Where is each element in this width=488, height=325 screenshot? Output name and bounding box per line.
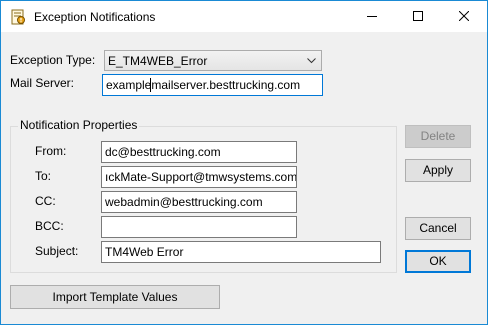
mail-server-label: Mail Server: bbox=[10, 76, 75, 90]
cancel-button[interactable]: Cancel bbox=[405, 217, 471, 240]
subject-label: Subject: bbox=[35, 244, 79, 258]
bcc-input[interactable] bbox=[101, 216, 297, 238]
from-value: dc@besttrucking.com bbox=[105, 145, 221, 159]
minimize-icon bbox=[367, 16, 377, 17]
from-label: From: bbox=[35, 144, 67, 158]
cc-label: CC: bbox=[35, 194, 56, 208]
mail-server-input[interactable]: examplemailserver.besttrucking.com bbox=[102, 74, 323, 96]
to-input[interactable]: ıckMate-Support@tmwsystems.com bbox=[101, 166, 297, 188]
cc-value: webadmin@besttrucking.com bbox=[105, 195, 263, 209]
notification-app-icon bbox=[11, 9, 25, 25]
from-input[interactable]: dc@besttrucking.com bbox=[101, 141, 297, 163]
subject-input[interactable]: TM4Web Error bbox=[101, 241, 381, 263]
window-title: Exception Notifications bbox=[34, 10, 156, 24]
mail-server-value: examplemailserver.besttrucking.com bbox=[106, 78, 301, 92]
close-icon bbox=[459, 11, 469, 21]
chevron-down-icon bbox=[307, 58, 316, 64]
bcc-label: BCC: bbox=[35, 219, 64, 233]
exception-notifications-window: Exception Notifications Exception Type: … bbox=[0, 0, 488, 325]
minimize-button[interactable] bbox=[349, 1, 395, 32]
to-label: To: bbox=[35, 169, 52, 183]
exception-type-value: E_TM4WEB_Error bbox=[108, 54, 208, 68]
maximize-button[interactable] bbox=[395, 1, 441, 32]
text-caret bbox=[150, 78, 151, 92]
import-template-values-button[interactable]: Import Template Values bbox=[10, 285, 220, 309]
exception-type-label: Exception Type: bbox=[10, 53, 96, 67]
close-button[interactable] bbox=[441, 1, 487, 32]
delete-button[interactable]: Delete bbox=[405, 125, 471, 148]
exception-type-select[interactable]: E_TM4WEB_Error bbox=[104, 50, 322, 71]
ok-button[interactable]: OK bbox=[405, 250, 471, 273]
cc-input[interactable]: webadmin@besttrucking.com bbox=[101, 191, 297, 213]
title-bar[interactable]: Exception Notifications bbox=[1, 1, 487, 32]
apply-button[interactable]: Apply bbox=[405, 159, 471, 182]
to-value: ıckMate-Support@tmwsystems.com bbox=[105, 170, 297, 184]
maximize-icon bbox=[413, 11, 423, 21]
notification-properties-title: Notification Properties bbox=[18, 118, 140, 132]
subject-value: TM4Web Error bbox=[105, 245, 184, 259]
